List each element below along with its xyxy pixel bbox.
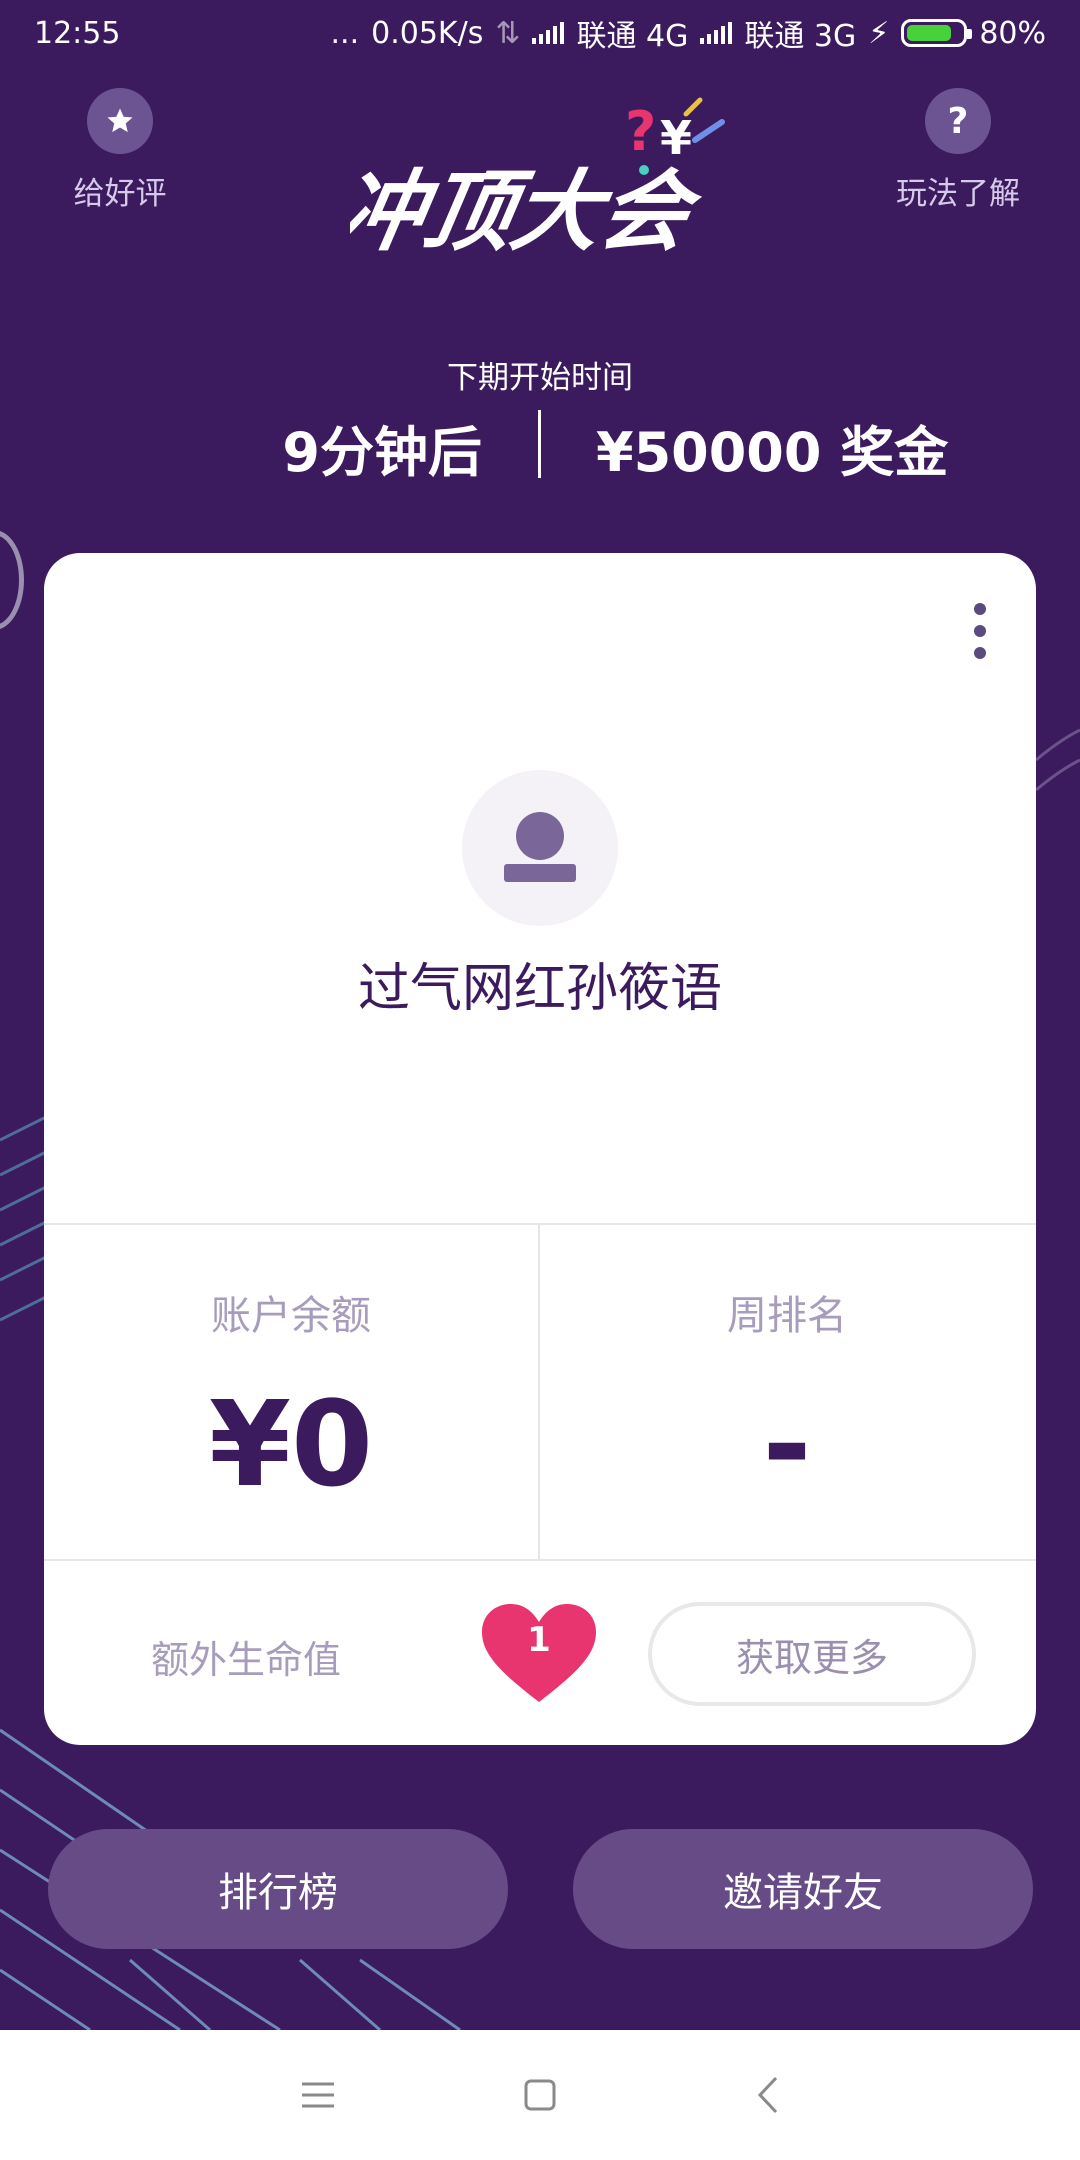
svg-text:?: ?	[625, 100, 656, 163]
avatar[interactable]	[462, 770, 618, 926]
weekly-rank-value: -	[762, 1375, 812, 1513]
prize-amount: ¥50000 奖金	[596, 421, 949, 484]
balance-label: 账户余额	[211, 1293, 371, 1339]
more-options-icon[interactable]	[970, 603, 990, 663]
carrier-4g: 联通 4G	[576, 19, 689, 54]
menu-icon[interactable]	[278, 2060, 358, 2130]
how-to-play-label: 玩法了解	[896, 176, 1020, 212]
charging-icon: ⚡	[868, 15, 890, 51]
avatar-head	[516, 812, 564, 860]
profile-card: 过气网红孙筱语 账户余额 ¥0 周排名 - 额外生命值 1 获取更多	[44, 553, 1036, 1745]
username: 过气网红孙筱语	[357, 959, 722, 1019]
balance-value: ¥0	[208, 1375, 374, 1513]
rate-label: 给好评	[73, 176, 167, 212]
get-more-lives-button[interactable]: 获取更多	[648, 1602, 976, 1706]
weekly-rank-label: 周排名	[727, 1293, 847, 1339]
system-nav-bar	[0, 2030, 1080, 2160]
data-transfer-icon: ⇅	[495, 15, 521, 51]
status-bar: 12:55 ... 0.05K/s ⇅ 联通 4G 联通 3G ⚡ 80%	[0, 0, 1080, 66]
battery-percent: 80%	[979, 15, 1046, 51]
heart-icon: 1	[480, 1602, 598, 1706]
next-game-label: 下期开始时间	[447, 360, 633, 396]
carrier-3g: 联通 3G	[744, 19, 857, 54]
star-icon	[87, 88, 153, 154]
schedule-divider	[538, 410, 541, 478]
signal-icon-2	[700, 22, 733, 44]
question-icon: ?	[925, 88, 991, 154]
schedule-row: 9分钟后 ¥50000 奖金	[0, 408, 1080, 484]
avatar-body	[504, 864, 576, 882]
card-divider-bottom	[44, 1559, 1036, 1561]
status-dots: ...	[330, 15, 360, 51]
app-logo: 冲顶大会 ? ¥	[350, 97, 725, 263]
home-square-icon[interactable]	[500, 2060, 580, 2130]
invite-friends-button[interactable]: 邀请好友	[573, 1829, 1033, 1949]
status-time: 12:55	[34, 15, 121, 51]
countdown-text: 9分钟后	[282, 421, 482, 484]
svg-text:¥: ¥	[660, 111, 692, 165]
card-divider-top	[44, 1223, 1036, 1225]
how-to-play-button[interactable]: ? 玩法了解	[868, 88, 1048, 213]
lives-count: 1	[527, 1620, 551, 1660]
extra-lives-label: 额外生命值	[150, 1638, 341, 1682]
signal-icon	[532, 22, 565, 44]
battery-fill	[907, 25, 951, 41]
logo-text: 冲顶大会	[350, 161, 709, 263]
battery-icon	[901, 19, 973, 47]
leaderboard-button[interactable]: 排行榜	[48, 1829, 508, 1949]
rate-button[interactable]: 给好评	[30, 88, 210, 213]
status-indicators: ... 0.05K/s ⇅ 联通 4G 联通 3G ⚡ 80%	[331, 11, 1046, 55]
back-chevron-icon[interactable]	[728, 2060, 808, 2130]
network-speed: 0.05K/s	[371, 15, 484, 51]
